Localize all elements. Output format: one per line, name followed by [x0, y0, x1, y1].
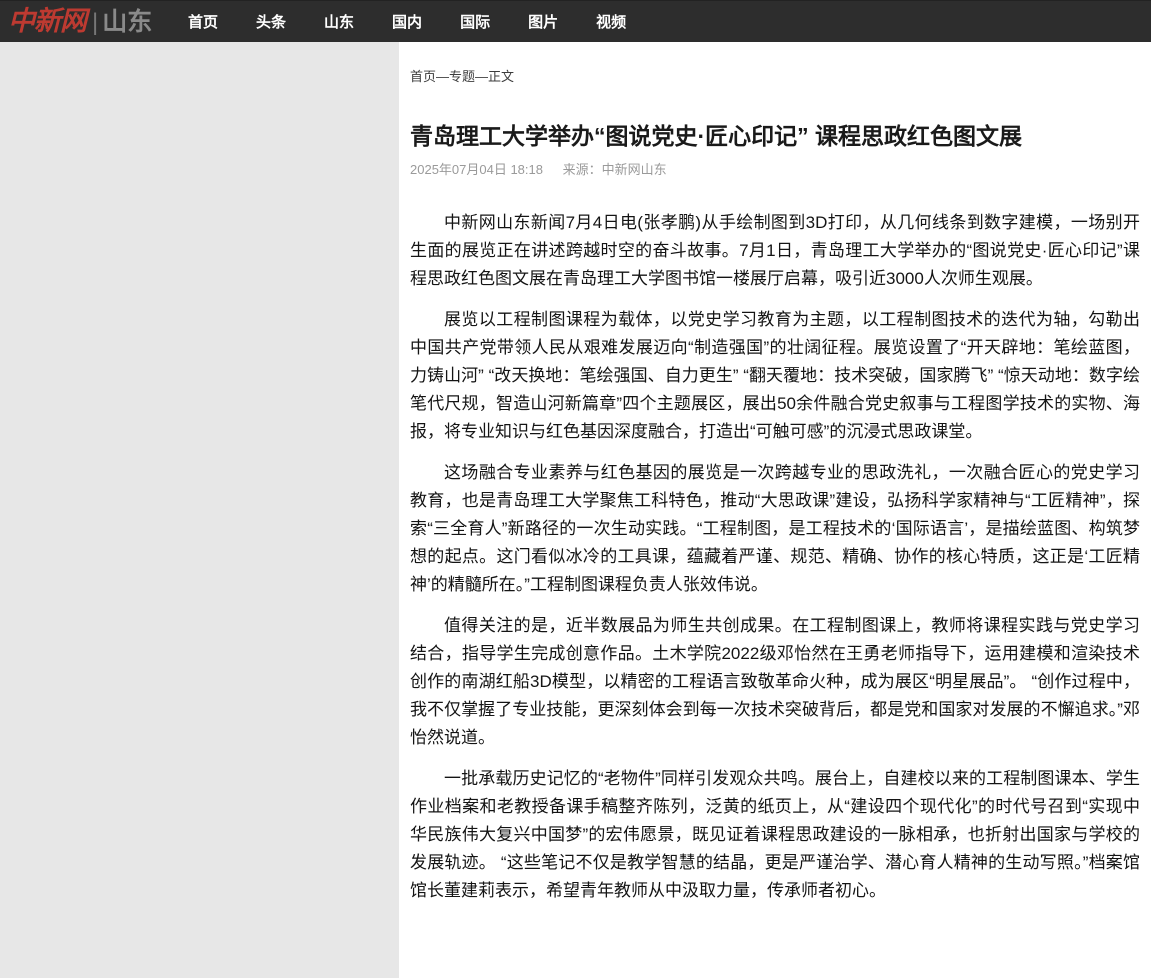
article-source: 来源：中新网山东 — [563, 162, 667, 177]
article-meta: 2025年07月04日 18:18 来源：中新网山东 — [410, 163, 1140, 177]
site-logo[interactable]: 中新网 | 山东 — [8, 8, 166, 35]
logo-separator: | — [92, 11, 98, 35]
publish-date: 2025年07月04日 18:18 — [410, 162, 543, 177]
article-paragraph-1: 中新网山东新闻7月4日电(张孝鹏)从手绘制图到3D打印，从几何线条到数字建模，一… — [410, 209, 1140, 293]
breadcrumb-separator: — — [475, 69, 488, 84]
nav-item-photos[interactable]: 图片 — [528, 11, 558, 32]
nav-item-home[interactable]: 首页 — [188, 11, 218, 32]
breadcrumb: 首页—专题—正文 — [410, 70, 1140, 84]
main-nav: 首页 头条 山东 国内 国际 图片 视频 — [188, 11, 664, 32]
nav-item-headlines[interactable]: 头条 — [256, 11, 286, 32]
logo-region-shandong: 山东 — [102, 10, 152, 35]
nav-item-domestic[interactable]: 国内 — [392, 11, 422, 32]
article-paragraph-2: 展览以工程制图课程为载体，以党史学习教育为主题，以工程制图技术的迭代为轴，勾勒出… — [410, 306, 1140, 446]
nav-item-international[interactable]: 国际 — [460, 11, 490, 32]
top-nav-bar: 中新网 | 山东 首页 头条 山东 国内 国际 图片 视频 — [0, 0, 1151, 42]
article-paragraph-5: 一批承载历史记忆的“老物件”同样引发观众共鸣。展台上，自建校以来的工程制图课本、… — [410, 765, 1140, 905]
article-content-area: 首页—专题—正文 青岛理工大学举办“图说党史·匠心印记” 课程思政红色图文展 2… — [399, 42, 1151, 978]
nav-item-video[interactable]: 视频 — [596, 11, 626, 32]
article-paragraph-4: 值得关注的是，近半数展品为师生共创成果。在工程制图课上，教师将课程实践与党史学习… — [410, 612, 1140, 752]
nav-item-shandong[interactable]: 山东 — [324, 11, 354, 32]
breadcrumb-home-link[interactable]: 首页 — [410, 69, 436, 84]
article-paragraph-3: 这场融合专业素养与红色基因的展览是一次跨越专业的思政洗礼，一次融合匠心的党史学习… — [410, 459, 1140, 599]
breadcrumb-topic-link[interactable]: 专题 — [449, 69, 475, 84]
breadcrumb-current-page: 正文 — [488, 69, 514, 84]
breadcrumb-separator: — — [436, 69, 449, 84]
article-title: 青岛理工大学举办“图说党史·匠心印记” 课程思政红色图文展 — [410, 123, 1140, 149]
logo-zhongxinwang-text: 中新网 — [8, 8, 86, 35]
article-body: 中新网山东新闻7月4日电(张孝鹏)从手绘制图到3D打印，从几何线条到数字建模，一… — [410, 209, 1140, 905]
